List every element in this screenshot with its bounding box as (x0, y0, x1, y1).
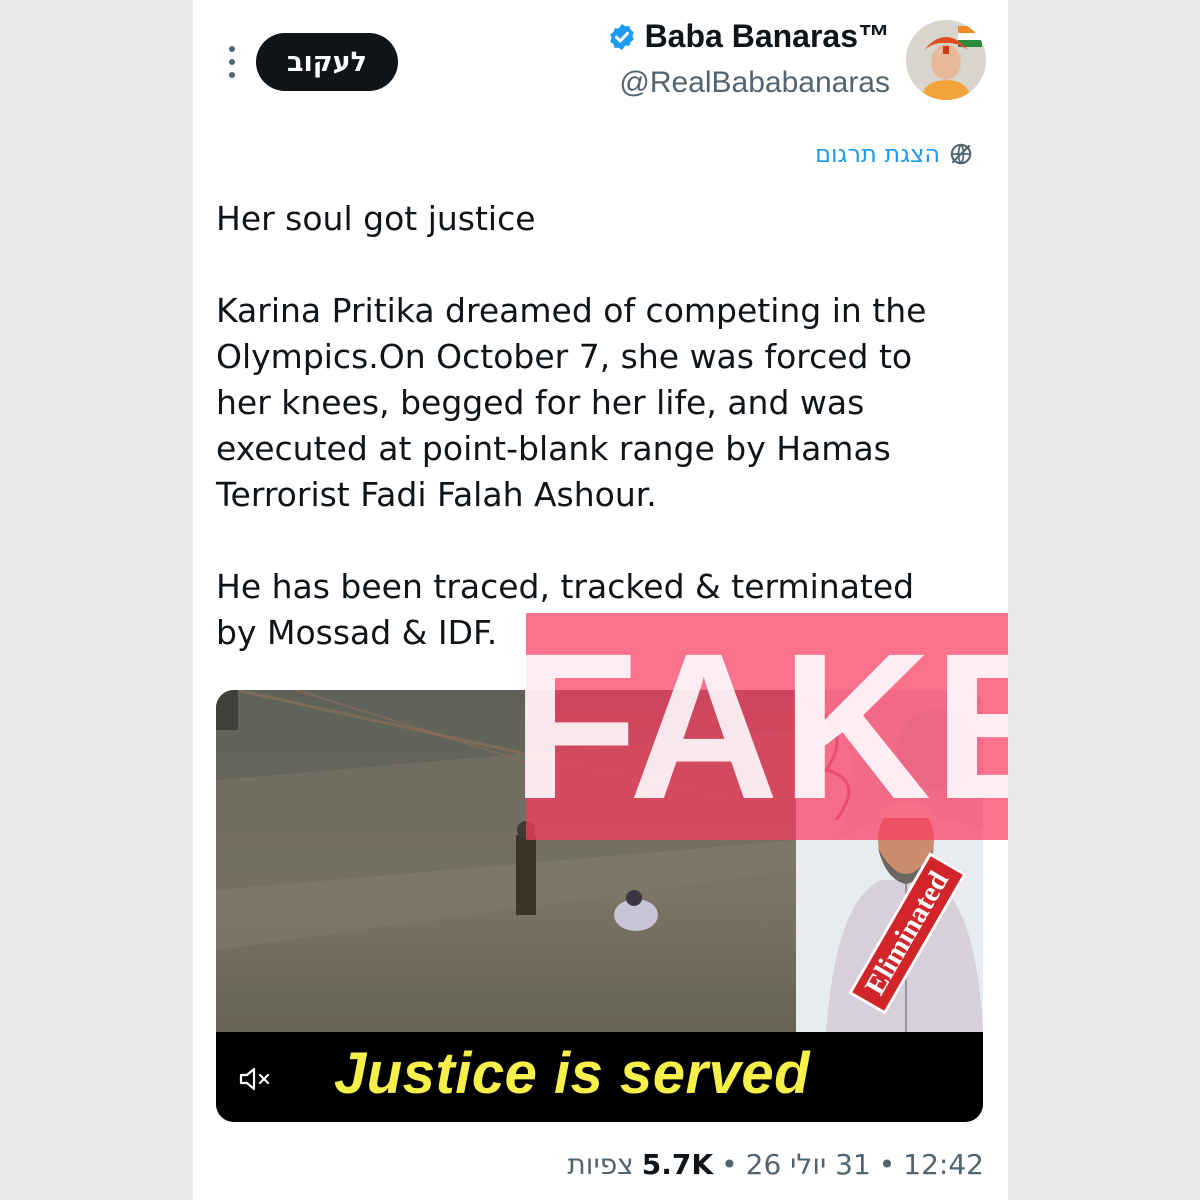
meta-separator: • (721, 1148, 738, 1181)
avatar-image (906, 20, 986, 100)
translate-icon (950, 143, 972, 165)
show-translation-label: הצגת תרגום (815, 140, 940, 168)
more-dot (229, 72, 235, 78)
caption-bar: Justice is served (216, 1032, 983, 1122)
tweet-meta: 12:42 • 31 יולי 26 • 5.7K צפיות (567, 1148, 984, 1181)
fake-stamp-text: FAKE (511, 610, 1008, 843)
show-translation-link[interactable]: הצגת תרגום (815, 140, 974, 168)
tweet-date[interactable]: 31 יולי 26 (746, 1148, 871, 1181)
tweet-text: Her soul got justice Karina Pritika drea… (216, 199, 927, 652)
views-label: צפיות (567, 1148, 634, 1181)
author-handle[interactable]: @RealBababanaras (619, 66, 890, 100)
follow-button[interactable]: לעקוב (256, 33, 398, 91)
author-name-row[interactable]: Baba Banaras™ (607, 18, 890, 55)
author-name: Baba Banaras™ (644, 18, 890, 54)
fake-stamp: FAKE (511, 613, 1008, 840)
more-dot (229, 46, 235, 52)
tweet-time[interactable]: 12:42 (903, 1148, 984, 1181)
more-options-icon[interactable] (220, 42, 244, 82)
more-dot (229, 59, 235, 65)
meta-separator: • (878, 1148, 896, 1181)
mute-icon[interactable] (238, 1065, 272, 1093)
views-count: 5.7K (641, 1148, 714, 1181)
avatar[interactable] (906, 20, 986, 100)
tweet-card: לעקוב Baba Banaras™ @RealBababanaras הצג… (193, 0, 1008, 1200)
verified-badge-icon (609, 23, 634, 50)
video-caption: Justice is served (334, 1041, 811, 1106)
